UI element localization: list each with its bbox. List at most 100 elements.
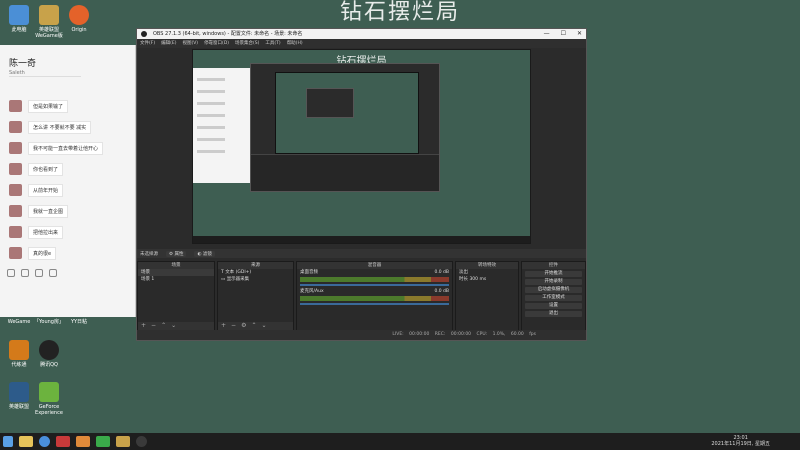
chat-message: 怎么讲 不要就不要 减实 [9, 120, 92, 134]
source-toolbar: 未选择源 ⚙ 属性 ◐ 滤镜 [137, 249, 586, 258]
remove-icon[interactable]: − [151, 322, 156, 330]
obs-window: OBS 27.1.3 (64-bit, windows) - 配置文件: 未命名… [136, 28, 587, 341]
lol-client-icon [9, 382, 29, 402]
settings-button[interactable]: 设置 [525, 303, 582, 309]
chat-panel: 陈一奇 Saleth 但是如果输了 怎么讲 不要就不要 减实 我不可能一直去带着… [0, 45, 136, 317]
close-icon[interactable]: ✕ [577, 29, 582, 39]
scene-item[interactable]: 场景 [138, 269, 214, 276]
desktop-icon-qq[interactable]: 腾讯QQ [30, 340, 68, 368]
monitor-icon [9, 5, 29, 25]
wechat-icon[interactable] [96, 436, 110, 447]
start-streaming-button[interactable]: 开始推流 [525, 271, 582, 277]
obs-status-bar: LIVE: 00:00:00 REC: 00:00:00 CPU: 1.0%, … [137, 330, 586, 340]
divider [9, 76, 81, 77]
avatar [9, 226, 22, 238]
chat-message: 从前年开始 [9, 183, 64, 197]
minimize-icon[interactable]: — [544, 29, 550, 39]
add-icon[interactable]: + [221, 322, 226, 330]
avatar [9, 121, 22, 133]
controls-dock: 控件 开始推流 开始录制 启动虚拟摄像机 工作室模式 设置 退出 [521, 261, 586, 331]
gear-icon[interactable]: ⚙ [241, 322, 246, 330]
add-icon[interactable]: + [141, 322, 146, 330]
move-up-icon[interactable]: ⌃ [161, 322, 166, 330]
chat-message: 真的很e [9, 246, 57, 260]
avatar [9, 247, 22, 259]
netease-music-icon[interactable] [56, 436, 70, 447]
properties-button[interactable]: ⚙ 属性 [166, 250, 187, 257]
chat-message: 你也看到了 [9, 162, 64, 176]
preview-nested-preview [275, 72, 419, 154]
preview-chat-panel [193, 68, 250, 183]
desktop-icon-origin[interactable]: Origin [60, 5, 98, 33]
chat-message: 我不可能一直去带着让他开心 [9, 141, 104, 155]
obs-taskbar-icon[interactable] [136, 436, 147, 447]
history-icon[interactable] [49, 269, 57, 277]
avatar [9, 184, 22, 196]
chat-toolbar [7, 269, 57, 277]
preview-taskbar [193, 236, 530, 243]
qq-icon [39, 340, 59, 360]
studio-mode-button[interactable]: 工作室模式 [525, 295, 582, 301]
menu-scene-collection[interactable]: 场景集合(S) [235, 39, 259, 48]
app-icon[interactable] [76, 436, 90, 447]
exit-button[interactable]: 退出 [525, 311, 582, 317]
chat-contact-name: 陈一奇 [9, 59, 37, 69]
remove-icon[interactable]: − [231, 322, 236, 330]
move-up-icon[interactable]: ⌃ [251, 322, 256, 330]
lol-taskbar-icon[interactable] [116, 436, 130, 447]
file-explorer-icon[interactable] [19, 436, 33, 447]
windows-start-icon[interactable] [3, 436, 13, 447]
move-down-icon[interactable]: ⌄ [171, 322, 176, 330]
transitions-dock: 转场特效 淡出 时长 300 ms [455, 261, 519, 331]
audio-mixer-dock: 混音器 桌面音频 0.0 dB 麦克风/Aux 0.0 dB [296, 261, 453, 331]
banner-title: 钻石摆烂局 [339, 0, 460, 25]
maximize-icon[interactable]: ☐ [561, 29, 566, 39]
taskbar: 23:01 2021年11月19日, 星期五 [0, 433, 800, 450]
volume-meter [300, 277, 449, 282]
chat-message: 把他拉出来 [9, 225, 64, 239]
sources-dock: 来源 T 文本 (GDI+) ▭ 显示器采集 + − ⚙ ⌃ ⌄ [217, 261, 294, 331]
dailiantong-icon [9, 340, 29, 360]
avatar [9, 100, 22, 112]
lol-icon [39, 5, 59, 25]
scene-item[interactable]: 场景 1 [138, 276, 214, 283]
preview-nested-docks [251, 154, 439, 191]
mixer-track: 麦克风/Aux 0.0 dB [300, 289, 449, 294]
obs-preview[interactable]: 钻石摆烂局 [192, 49, 531, 244]
move-down-icon[interactable]: ⌄ [261, 322, 266, 330]
volume-slider[interactable] [300, 303, 449, 305]
chat-message: 我就一直企图 [9, 204, 69, 218]
obs-logo-icon [141, 31, 147, 37]
menu-docks[interactable]: 停靠窗口(D) [204, 39, 229, 48]
menu-help[interactable]: 帮助(H) [287, 39, 303, 48]
desktop-icon-geforce[interactable]: GeForce Experience [30, 382, 68, 416]
preview-obs-window [250, 63, 440, 192]
volume-meter [300, 296, 449, 301]
start-recording-button[interactable]: 开始录制 [525, 279, 582, 285]
scissors-icon[interactable] [35, 269, 43, 277]
source-item[interactable]: T 文本 (GDI+) [218, 269, 293, 276]
scenes-dock: 场景 场景 场景 1 + − ⌃ ⌄ [137, 261, 215, 331]
desktop-icon-yy[interactable]: YY日粘 [60, 319, 98, 325]
system-clock[interactable]: 23:01 2021年11月19日, 星期五 [711, 435, 770, 447]
obs-window-title: OBS 27.1.3 (64-bit, windows) - 配置文件: 未命名… [153, 31, 303, 37]
obs-titlebar: OBS 27.1.3 (64-bit, windows) - 配置文件: 未命名… [137, 29, 586, 39]
filters-button[interactable]: ◐ 滤镜 [194, 250, 215, 257]
chat-message: 但是如果输了 [9, 99, 69, 113]
menu-file[interactable]: 文件(F) [140, 39, 155, 48]
menu-edit[interactable]: 编辑(E) [161, 39, 176, 48]
emoji-icon[interactable] [7, 269, 15, 277]
transition-select[interactable]: 淡出 [456, 269, 518, 276]
avatar [9, 142, 22, 154]
volume-slider[interactable] [300, 284, 449, 286]
menu-tools[interactable]: 工具(T) [265, 39, 280, 48]
avatar [9, 163, 22, 175]
source-item[interactable]: ▭ 显示器采集 [218, 276, 293, 283]
virtual-camera-button[interactable]: 启动虚拟摄像机 [525, 287, 582, 293]
menu-view[interactable]: 视图(V) [182, 39, 198, 48]
duration-field[interactable]: 时长 300 ms [456, 276, 518, 283]
no-source-label: 未选择源 [140, 251, 158, 257]
origin-icon [69, 5, 89, 25]
folder-icon[interactable] [21, 269, 29, 277]
chrome-icon[interactable] [39, 436, 50, 447]
